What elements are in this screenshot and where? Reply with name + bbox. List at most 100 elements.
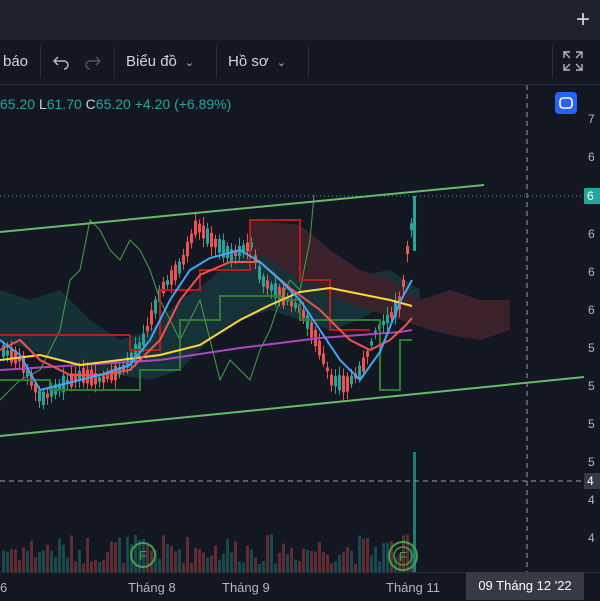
volume-bar	[198, 549, 201, 572]
toolbar-divider	[114, 46, 115, 78]
refresh-icon	[559, 97, 573, 109]
price-tick: 5	[588, 417, 595, 431]
event-marker-label: F	[139, 548, 147, 563]
toolbar-divider	[308, 46, 309, 78]
volume-bar	[230, 552, 233, 572]
volume-bar	[334, 561, 337, 572]
volume-bar	[42, 550, 45, 572]
candle	[302, 309, 305, 319]
volume-bar	[46, 544, 49, 572]
fullscreen-expand-icon[interactable]	[562, 50, 584, 72]
volume-bar	[298, 560, 301, 572]
ichimoku-cloud	[0, 220, 510, 380]
volume-bar	[370, 555, 373, 572]
volume-bar	[222, 553, 225, 572]
candle	[162, 281, 165, 294]
undo-button[interactable]	[52, 40, 70, 84]
redo-button[interactable]	[84, 40, 102, 84]
volume-bar	[102, 559, 105, 572]
last-price-tag: 6	[584, 188, 600, 204]
redo-icon	[85, 56, 102, 70]
volume-bar	[30, 540, 33, 572]
candle	[190, 233, 193, 244]
volume-bar	[226, 539, 229, 572]
candle	[413, 196, 416, 251]
price-tick: 6	[588, 150, 595, 164]
candle	[102, 375, 105, 383]
volume-bar	[218, 560, 221, 572]
volume-bar	[274, 563, 277, 572]
volume-bar	[66, 557, 69, 572]
price-axis[interactable]: 7 6 6 6 6 5 5 5 5 4 4 4	[584, 85, 600, 570]
volume-bar	[186, 536, 189, 572]
toolbar-divider	[216, 46, 217, 78]
close-value: 65.20	[95, 96, 131, 112]
volume-bar	[14, 549, 17, 572]
add-tab-button[interactable]: +	[570, 6, 596, 34]
candle	[322, 353, 325, 364]
candle	[42, 391, 45, 406]
volume-bar	[18, 560, 21, 572]
volume-bar	[302, 548, 305, 572]
volume-bar	[354, 563, 357, 572]
volume-bar	[202, 552, 205, 572]
event-marker-label: F	[399, 549, 407, 564]
candle	[334, 376, 337, 387]
volume-bar	[106, 551, 109, 572]
chart-settings-button[interactable]	[555, 92, 577, 114]
chart-type-dropdown[interactable]: Biểu đồ ⌄	[126, 40, 194, 84]
candle	[258, 266, 261, 280]
volume-bar	[318, 542, 321, 572]
candle	[266, 280, 269, 289]
volume-bar	[346, 546, 349, 572]
volume-bar	[342, 551, 345, 572]
open-value: 65.20	[0, 96, 36, 112]
volume-bar	[194, 547, 197, 572]
candle	[46, 393, 49, 398]
chart-toolbar: báo Biểu đồ ⌄ Hồ sơ ⌄	[0, 40, 600, 85]
volume-bar	[70, 535, 73, 572]
candle	[362, 357, 365, 372]
candle	[370, 341, 373, 346]
volume-bar	[294, 559, 297, 572]
volume-bar	[306, 550, 309, 572]
volume-bar	[246, 545, 249, 572]
volume-bar	[86, 537, 89, 572]
profile-label: Hồ sơ	[228, 53, 269, 70]
candle	[402, 279, 405, 288]
alerts-button[interactable]: báo	[3, 40, 28, 84]
candle	[330, 374, 333, 386]
profile-dropdown[interactable]: Hồ sơ ⌄	[228, 40, 286, 84]
candle	[382, 320, 385, 326]
low-value: 61.70	[46, 96, 82, 112]
volume-bar	[238, 561, 241, 572]
candle	[262, 276, 265, 287]
volume-bar	[374, 547, 377, 572]
candle	[294, 302, 297, 309]
price-tick: 6	[588, 265, 595, 279]
candle	[350, 375, 353, 385]
candle	[174, 264, 177, 281]
candle	[182, 254, 185, 265]
chevron-down-icon: ⌄	[276, 57, 286, 69]
price-chart[interactable]: F F	[0, 85, 584, 572]
volume-histogram	[2, 452, 416, 572]
candle	[386, 314, 389, 324]
candle	[106, 374, 109, 380]
volume-bar	[254, 557, 257, 572]
candle	[142, 333, 145, 346]
candle	[310, 322, 313, 338]
candle	[146, 325, 149, 332]
close-label: C	[85, 96, 96, 112]
volume-bar	[90, 561, 93, 572]
candle	[206, 228, 209, 244]
price-tick: 6	[588, 303, 595, 317]
candle	[390, 312, 393, 318]
volume-bar	[22, 547, 25, 572]
crosshair-price-tag: 4	[584, 473, 600, 489]
volume-bar	[362, 538, 365, 572]
candle	[218, 239, 221, 253]
volume-bar	[58, 538, 61, 572]
volume-bar	[2, 550, 5, 572]
candle	[306, 315, 309, 329]
